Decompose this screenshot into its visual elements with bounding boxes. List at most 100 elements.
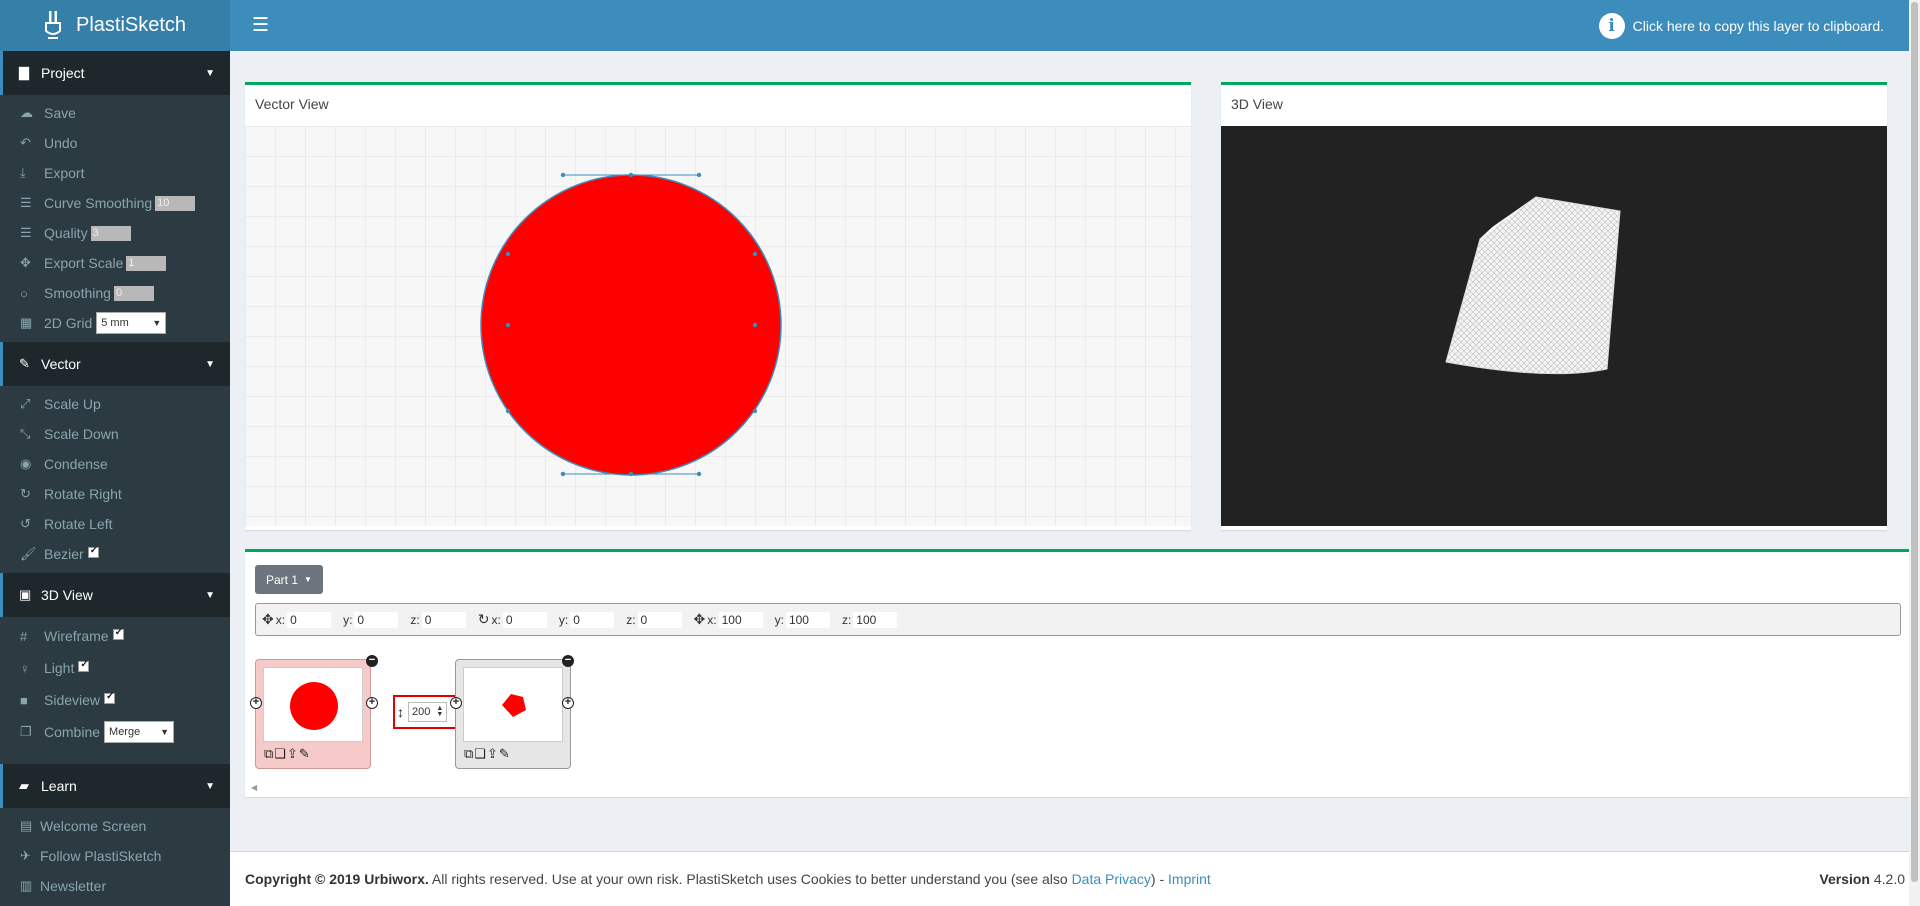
layer-tools: ⧉ ❏ ⇪ ✎: [464, 746, 511, 762]
scale-x-input[interactable]: 100: [718, 611, 763, 628]
add-layer-after-icon[interactable]: +: [562, 697, 574, 709]
sidebar-item-export[interactable]: ⤓ Export: [0, 158, 230, 188]
scroll-left-icon[interactable]: ◀: [251, 783, 257, 792]
shape-circle: [480, 174, 782, 476]
magic-wand-icon[interactable]: ✎: [499, 746, 510, 762]
sidebar-item-scale-up[interactable]: ⤢ Scale Up: [0, 389, 230, 419]
scrollbar-thumb[interactable]: [1911, 2, 1918, 882]
sidebar-section-vector[interactable]: ✎ Vector ▼: [0, 342, 230, 386]
rotate-right-icon: ↻: [20, 486, 31, 501]
rot-z-input[interactable]: 0: [637, 611, 682, 628]
sidebar-item-rotate-right[interactable]: ↻ Rotate Right: [0, 479, 230, 509]
preview-pentagon: [502, 694, 526, 717]
footer-notice: All rights reserved. Use at your own ris…: [428, 871, 1072, 887]
copy-icon[interactable]: ⧉: [264, 746, 273, 762]
part-dropdown-button[interactable]: Part 1 ▼: [255, 565, 323, 594]
sidebar-item-follow[interactable]: ✈ Follow PlastiSketch: [0, 841, 230, 871]
layer-height-input[interactable]: 200 ▲ ▼: [408, 702, 448, 722]
rot-x-label: x:: [491, 612, 501, 627]
sidebar-section-project[interactable]: ▇ Project ▼: [0, 51, 230, 95]
sidebar: ▇ Project ▼ ☁ Save ↶ Undo ⤓ Export ☰ Cur…: [0, 51, 230, 906]
scale-y-input[interactable]: 100: [785, 611, 830, 628]
pos-y-input[interactable]: 0: [354, 611, 399, 628]
combine-select[interactable]: Merge ▼: [104, 721, 175, 743]
project-menu: ☁ Save ↶ Undo ⤓ Export ☰ Curve Smoothing…: [0, 95, 230, 342]
smoothing-input[interactable]: 0: [113, 285, 154, 301]
upload-icon[interactable]: ⇪: [287, 746, 298, 762]
sidebar-item-condense[interactable]: ◉ Condense: [0, 449, 230, 479]
data-privacy-link[interactable]: Data Privacy: [1072, 871, 1151, 887]
rotate-icon: ↻: [477, 611, 490, 627]
sideview-checkbox[interactable]: [104, 691, 116, 704]
imprint-link[interactable]: Imprint: [1168, 871, 1211, 887]
bezier-checkbox[interactable]: [87, 545, 99, 558]
3d-view-panel: 3D View: [1221, 82, 1887, 530]
pencil-icon: ✎: [19, 356, 30, 371]
sidebar-item-label: Save: [44, 105, 76, 121]
sidebar-item-welcome[interactable]: ▤ Welcome Screen: [0, 811, 230, 841]
magic-wand-icon[interactable]: ✎: [299, 746, 310, 762]
wireframe-checkbox[interactable]: [112, 627, 124, 640]
paste-icon[interactable]: ❏: [474, 746, 486, 762]
curve-smoothing-input[interactable]: 10: [155, 195, 196, 211]
horizontal-scrollbar[interactable]: ◀ ▶: [247, 781, 1920, 793]
page-scrollbar[interactable]: [1909, 0, 1920, 906]
sidebar-item-light: ♀ Light: [0, 652, 230, 684]
clone-icon: ❐: [20, 724, 32, 739]
3d-model-render: [1445, 196, 1621, 375]
sliders-icon: ☰: [20, 195, 32, 210]
pos-z-input[interactable]: 0: [421, 611, 466, 628]
footer-separator: ) -: [1150, 871, 1169, 887]
light-checkbox[interactable]: [78, 659, 90, 672]
grid-size-select[interactable]: 5 mm ▼: [96, 312, 167, 334]
sidebar-item-newsletter[interactable]: ▥ Newsletter: [0, 871, 230, 901]
add-layer-before-icon[interactable]: +: [250, 697, 262, 709]
quality-input[interactable]: 3: [90, 225, 131, 241]
app-logo[interactable]: PlastiSketch: [0, 0, 230, 51]
sidebar-section-learn[interactable]: ▰ Learn ▼: [0, 764, 230, 808]
sidebar-section-3d-view[interactable]: ▣ 3D View ▼: [0, 573, 230, 617]
film-icon: ▤: [20, 818, 33, 833]
sidebar-item-label: Smoothing: [44, 285, 111, 301]
rot-x-input[interactable]: 0: [502, 611, 547, 628]
copy-icon[interactable]: ⧉: [464, 746, 473, 762]
vector-drawing[interactable]: [245, 126, 1191, 526]
remove-layer-icon[interactable]: −: [562, 655, 574, 667]
panel-title: Vector View: [255, 96, 329, 112]
rot-y-input[interactable]: 0: [570, 611, 615, 628]
info-icon: i: [1598, 12, 1625, 39]
upload-icon[interactable]: ⇪: [487, 746, 498, 762]
pos-x-input[interactable]: 0: [287, 611, 332, 628]
scale-z-input[interactable]: 100: [853, 611, 898, 628]
remove-layer-icon[interactable]: −: [366, 655, 378, 667]
sidebar-item-scale-down[interactable]: ⤡ Scale Down: [0, 419, 230, 449]
sidebar-item-rotate-left[interactable]: ↺ Rotate Left: [0, 509, 230, 539]
sidebar-item-undo[interactable]: ↶ Undo: [0, 128, 230, 158]
rot-y-label: y:: [558, 612, 569, 627]
add-layer-after-icon[interactable]: +: [366, 697, 378, 709]
vector-canvas[interactable]: [245, 126, 1191, 526]
sidebar-toggle-icon[interactable]: ☰: [244, 8, 277, 43]
export-scale-input[interactable]: 1: [126, 255, 167, 271]
scale-y-label: y:: [774, 612, 784, 627]
add-layer-before-icon[interactable]: +: [450, 697, 462, 709]
3d-canvas[interactable]: [1221, 126, 1887, 526]
twitter-icon: ✈: [20, 848, 31, 863]
move-icon: ✥: [262, 611, 274, 627]
chevron-down-icon: ▼: [205, 589, 215, 601]
layer-card-2[interactable]: ⧉ ❏ ⇪ ✎ − + +: [450, 655, 574, 769]
caret-down-icon: ▼: [304, 575, 312, 584]
layer-card-1[interactable]: ⧉ ❏ ⇪ ✎ − + +: [250, 655, 378, 769]
copy-layer-link[interactable]: i Click here to copy this layer to clipb…: [1598, 12, 1884, 39]
circle-icon: ○: [20, 285, 28, 301]
chevron-down-icon: ▼: [152, 318, 162, 328]
video-camera-icon: ■: [20, 692, 28, 708]
footer-copyright-line: Copyright © 2019 Urbiworx. All rights re…: [245, 871, 1211, 887]
sidebar-item-label: Sideview: [44, 692, 101, 708]
grid-size-value: 5 mm: [101, 317, 129, 329]
undo-icon: ↶: [20, 135, 31, 150]
spinner-icon[interactable]: ▲ ▼: [436, 705, 443, 718]
sidebar-item-save[interactable]: ☁ Save: [0, 98, 230, 128]
paste-icon[interactable]: ❏: [274, 746, 286, 762]
